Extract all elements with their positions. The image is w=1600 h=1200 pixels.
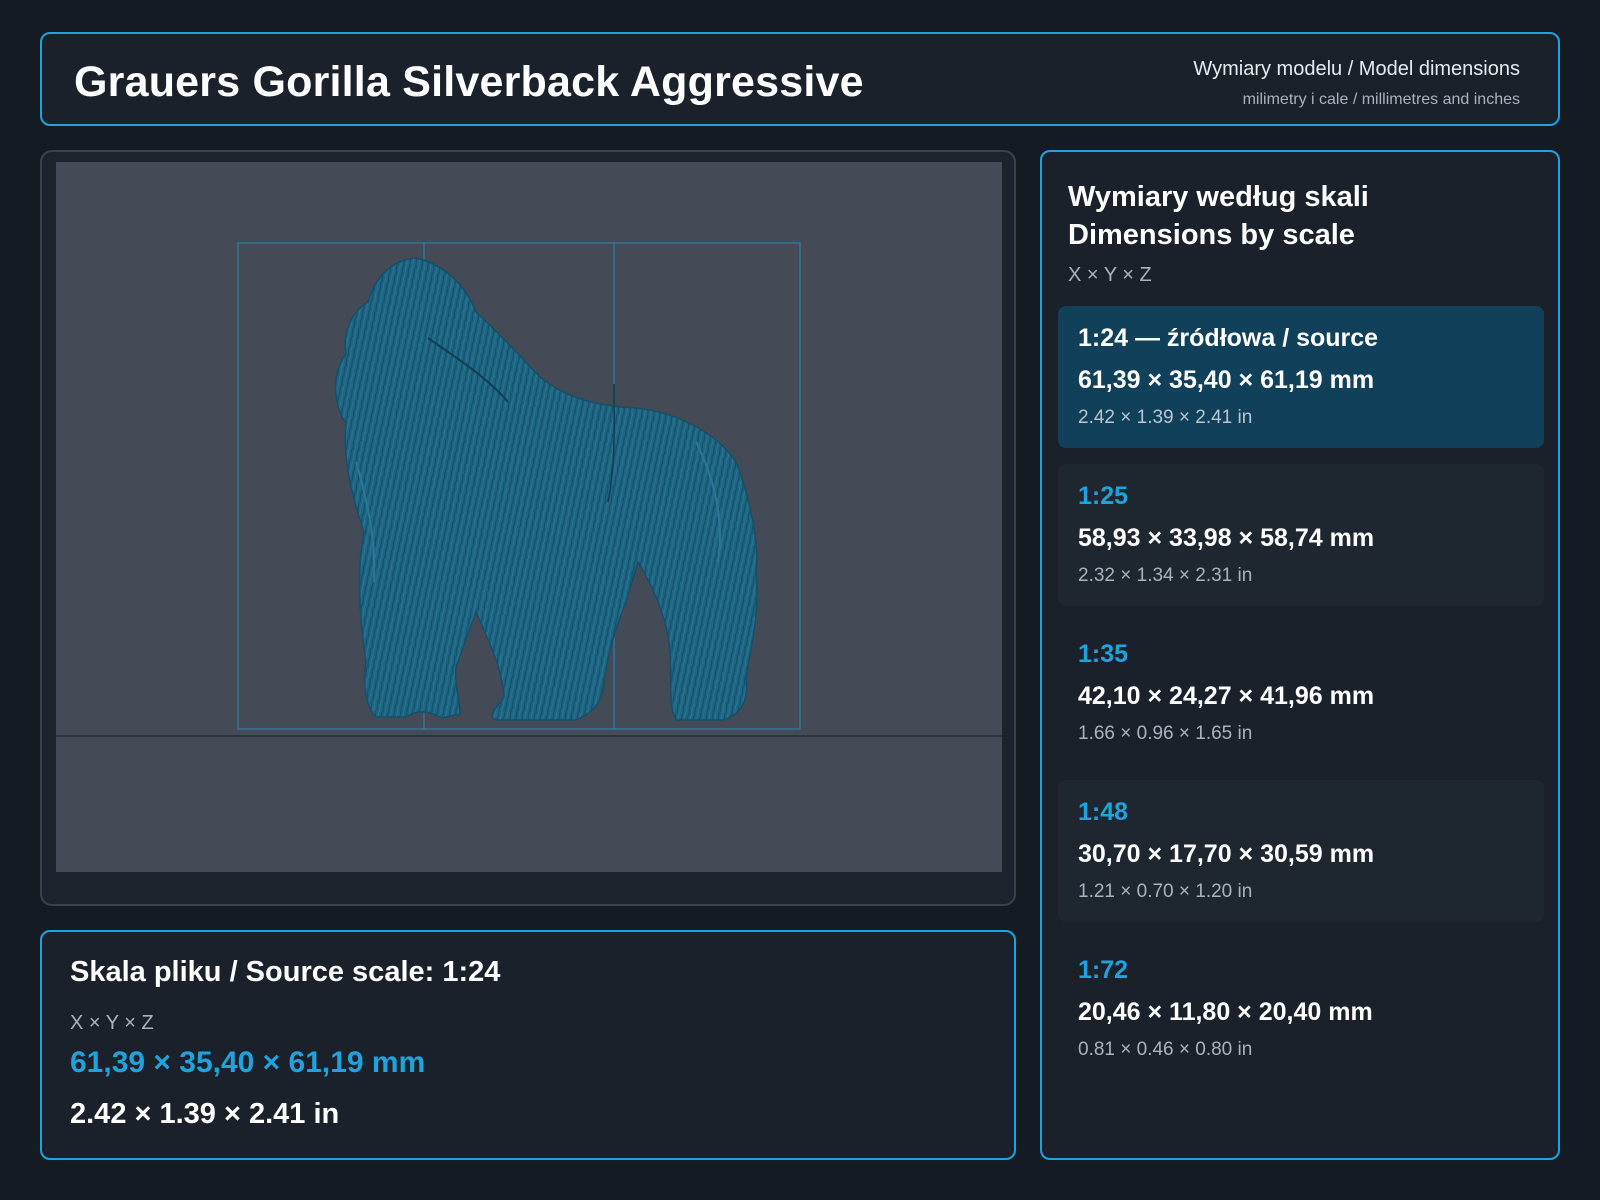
scale-dimensions-mm: 42,10 × 24,27 × 41,96 mm	[1078, 682, 1375, 710]
scales-panel: Wymiary według skali Dimensions by scale…	[1040, 150, 1560, 1160]
scale-dimensions-in: 2.42 × 1.39 × 2.41 in	[1078, 407, 1253, 428]
scale-card-1-25[interactable]: 1:25 58,93 × 33,98 × 58,74 mm 2.32 × 1.3…	[1058, 464, 1544, 606]
scale-card-1-72[interactable]: 1:72 20,46 × 11,80 × 20,40 mm 0.81 × 0.4…	[1058, 938, 1544, 1080]
model-render	[56, 242, 1002, 737]
gorilla-model	[334, 257, 758, 721]
scale-ratio: 1:24 — źródłowa / source	[1078, 324, 1379, 352]
header-meta: Wymiary modelu / Model dimensions milime…	[1193, 58, 1520, 109]
scales-panel-title: Wymiary według skali Dimensions by scale	[1068, 178, 1369, 254]
source-axes-label: X × Y × Z	[70, 1012, 154, 1034]
scale-ratio: 1:35	[1078, 640, 1129, 668]
page-title: Grauers Gorilla Silverback Aggressive	[74, 58, 864, 106]
page-header: Grauers Gorilla Silverback Aggressive Wy…	[40, 32, 1560, 126]
scale-dimensions-in: 0.81 × 0.46 × 0.80 in	[1078, 1039, 1253, 1060]
source-scale-panel: Skala pliku / Source scale: 1:24 X × Y ×…	[40, 930, 1016, 1160]
scale-dimensions-in: 2.32 × 1.34 × 2.31 in	[1078, 565, 1253, 586]
scale-dimensions-mm: 61,39 × 35,40 × 61,19 mm	[1078, 366, 1375, 394]
scales-axes-label: X × Y × Z	[1068, 264, 1152, 286]
header-units-note: milimetry i cale / millimetres and inche…	[1242, 91, 1520, 108]
scales-title-en: Dimensions by scale	[1068, 219, 1355, 251]
scale-dimensions-mm: 20,46 × 11,80 × 20,40 mm	[1078, 998, 1373, 1026]
source-dimensions-mm: 61,39 × 35,40 × 61,19 mm	[70, 1046, 426, 1079]
scale-dimensions-mm: 30,70 × 17,70 × 30,59 mm	[1078, 840, 1375, 868]
header-subtitle: Wymiary modelu / Model dimensions	[1193, 58, 1520, 80]
source-dimensions-in: 2.42 × 1.39 × 2.41 in	[70, 1098, 340, 1130]
scale-ratio: 1:25	[1078, 482, 1129, 510]
scale-dimensions-in: 1.21 × 0.70 × 1.20 in	[1078, 881, 1253, 902]
scales-title-pl: Wymiary według skali	[1068, 181, 1369, 213]
scale-card-1-48[interactable]: 1:48 30,70 × 17,70 × 30,59 mm 1.21 × 0.7…	[1058, 780, 1544, 922]
scale-list: 1:24 — źródłowa / source 61,39 × 35,40 ×…	[1058, 306, 1544, 1096]
scale-dimensions-mm: 58,93 × 33,98 × 58,74 mm	[1078, 524, 1375, 552]
model-viewer[interactable]	[40, 150, 1016, 906]
scale-card-1-35[interactable]: 1:35 42,10 × 24,27 × 41,96 mm 1.66 × 0.9…	[1058, 622, 1544, 764]
source-scale-title: Skala pliku / Source scale: 1:24	[70, 956, 501, 988]
scale-ratio: 1:72	[1078, 956, 1129, 984]
viewport-canvas[interactable]	[56, 162, 1002, 872]
scale-ratio: 1:48	[1078, 798, 1129, 826]
scale-card-1-24[interactable]: 1:24 — źródłowa / source 61,39 × 35,40 ×…	[1058, 306, 1544, 448]
scale-dimensions-in: 1.66 × 0.96 × 1.65 in	[1078, 723, 1253, 744]
